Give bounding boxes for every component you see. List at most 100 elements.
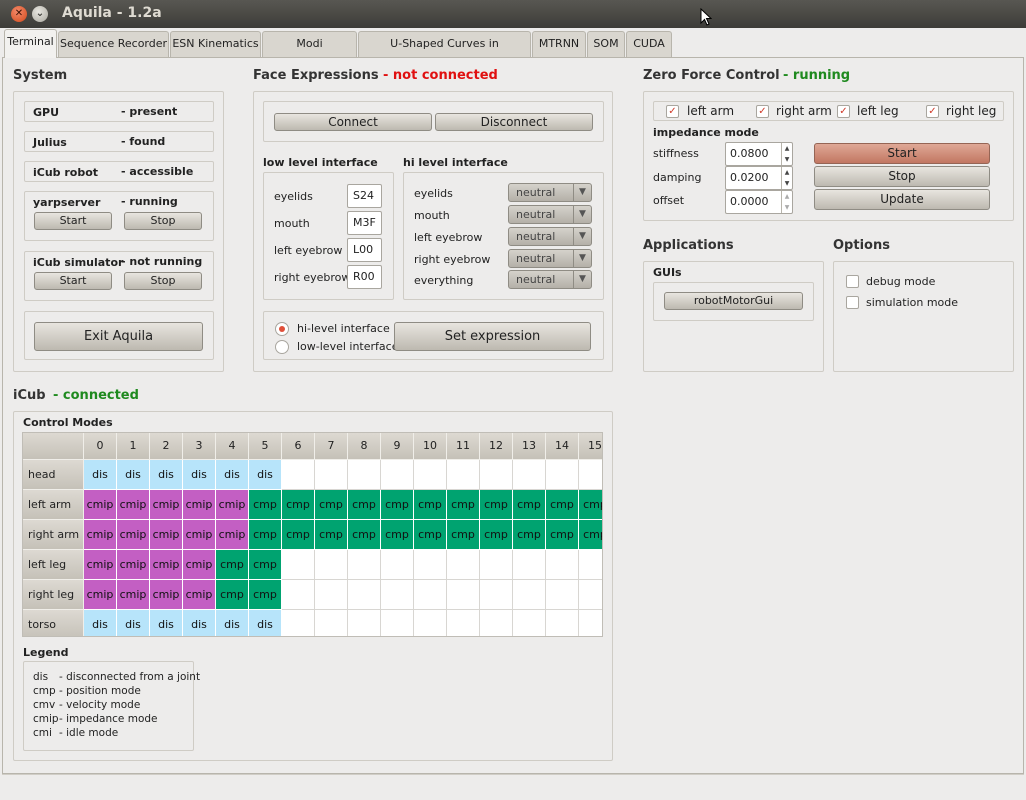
robot-motor-gui-button[interactable]: robotMotorGui	[664, 292, 803, 310]
debug-mode-checkbox[interactable]	[846, 275, 859, 288]
mode-cell[interactable]: cmp	[216, 580, 249, 610]
zero-force-start-button[interactable]: Start	[814, 143, 990, 164]
mode-cell[interactable]: cmip	[84, 520, 117, 550]
hi-everything-select[interactable]: neutral ▼	[508, 270, 592, 289]
window-menu-icon[interactable]: ⌄	[32, 6, 48, 22]
low-level-radio[interactable]	[275, 340, 289, 354]
mode-cell[interactable]: cmp	[546, 490, 579, 520]
spin-arrows-icon[interactable]: ▲ ▼	[781, 167, 792, 189]
mode-cell[interactable]: cmp	[513, 520, 546, 550]
mode-cell[interactable]: dis	[183, 460, 216, 490]
hi-level-radio[interactable]	[275, 322, 289, 336]
exit-aquila-button[interactable]: Exit Aquila	[34, 322, 203, 351]
set-expression-button[interactable]: Set expression	[394, 322, 591, 351]
mode-cell[interactable]: cmip	[84, 580, 117, 610]
mode-cell[interactable]: cmip	[150, 550, 183, 580]
mode-cell[interactable]: cmip	[216, 490, 249, 520]
mode-cell[interactable]: dis	[150, 460, 183, 490]
mode-cell[interactable]: cmp	[546, 520, 579, 550]
mode-cell[interactable]: cmp	[348, 490, 381, 520]
mode-cell[interactable]: cmip	[117, 490, 150, 520]
mode-cell[interactable]: cmip	[183, 580, 216, 610]
yarpserver-start-button[interactable]: Start	[34, 212, 112, 230]
tab-cuda[interactable]: CUDA	[626, 31, 672, 57]
mode-cell[interactable]: cmp	[414, 520, 447, 550]
tab-esn-kinematics[interactable]: ESN Kinematics	[170, 31, 261, 57]
mode-cell[interactable]: cmp	[249, 580, 282, 610]
right-arm-checkbox[interactable]: ✓	[756, 105, 769, 118]
yarpserver-stop-button[interactable]: Stop	[124, 212, 202, 230]
zero-force-stop-button[interactable]: Stop	[814, 166, 990, 187]
close-icon[interactable]: ✕	[11, 6, 27, 22]
mode-cell[interactable]: cmip	[183, 520, 216, 550]
left-leg-checkbox[interactable]: ✓	[837, 105, 850, 118]
mode-cell[interactable]: dis	[84, 460, 117, 490]
mode-cell[interactable]: dis	[117, 610, 150, 636]
tab-sequence-recorder[interactable]: Sequence Recorder	[58, 31, 169, 57]
mode-cell[interactable]: cmip	[150, 520, 183, 550]
mode-cell[interactable]: cmp	[447, 490, 480, 520]
low-eyelids-input[interactable]: S24	[347, 184, 382, 208]
spin-arrows-icon[interactable]: ▲ ▼	[781, 191, 792, 213]
mode-cell[interactable]: dis	[249, 610, 282, 636]
mode-cell[interactable]: cmp	[315, 520, 348, 550]
hi-right-eyebrow-select[interactable]: neutral ▼	[508, 249, 592, 268]
mode-cell[interactable]: cmip	[216, 520, 249, 550]
mode-cell[interactable]: cmp	[249, 490, 282, 520]
mode-cell[interactable]: cmp	[414, 490, 447, 520]
mode-cell[interactable]: cmp	[348, 520, 381, 550]
mode-cell[interactable]: cmp	[315, 490, 348, 520]
damping-spinbox[interactable]: 0.0200 ▲ ▼	[725, 166, 793, 190]
mode-cell[interactable]: cmip	[117, 550, 150, 580]
low-right-eyebrow-input[interactable]: R00	[347, 265, 382, 289]
mode-cell[interactable]: cmip	[150, 580, 183, 610]
mode-cell[interactable]: cmp	[282, 490, 315, 520]
left-arm-checkbox[interactable]: ✓	[666, 105, 679, 118]
mode-cell[interactable]: cmip	[117, 520, 150, 550]
mode-cell[interactable]: dis	[216, 610, 249, 636]
stiffness-spinbox[interactable]: 0.0800 ▲ ▼	[725, 142, 793, 166]
mode-cell[interactable]: cmp	[249, 550, 282, 580]
spin-arrows-icon[interactable]: ▲ ▼	[781, 143, 792, 165]
hi-eyelids-select[interactable]: neutral ▼	[508, 183, 592, 202]
mode-cell[interactable]: cmp	[381, 520, 414, 550]
tab-modi-experiment[interactable]: Modi Experiment	[262, 31, 357, 74]
simulator-stop-button[interactable]: Stop	[124, 272, 202, 290]
zero-force-update-button[interactable]: Update	[814, 189, 990, 210]
mode-cell[interactable]: cmp	[447, 520, 480, 550]
mode-cell[interactable]: cmp	[579, 490, 602, 520]
hi-left-eyebrow-select[interactable]: neutral ▼	[508, 227, 592, 246]
mode-cell[interactable]: dis	[150, 610, 183, 636]
mode-cell[interactable]: cmp	[216, 550, 249, 580]
tab-u-shaped-curves[interactable]: U-Shaped Curves in Devlopment	[358, 31, 531, 74]
tab-som[interactable]: SOM	[587, 31, 625, 57]
face-disconnect-button[interactable]: Disconnect	[435, 113, 593, 131]
tab-mtrnn[interactable]: MTRNN	[532, 31, 586, 57]
mode-cell[interactable]: cmp	[513, 490, 546, 520]
mode-cell[interactable]: cmip	[84, 550, 117, 580]
mode-cell[interactable]: cmip	[183, 490, 216, 520]
right-leg-checkbox[interactable]: ✓	[926, 105, 939, 118]
mode-cell[interactable]: cmip	[150, 490, 183, 520]
simulation-mode-checkbox[interactable]	[846, 296, 859, 309]
mode-cell[interactable]: cmp	[480, 490, 513, 520]
mode-cell[interactable]: cmip	[84, 490, 117, 520]
mode-cell[interactable]: dis	[183, 610, 216, 636]
low-left-eyebrow-input[interactable]: L00	[347, 238, 382, 262]
mode-cell[interactable]: cmp	[282, 520, 315, 550]
mode-cell[interactable]: cmip	[117, 580, 150, 610]
mode-cell[interactable]: dis	[249, 460, 282, 490]
tab-terminal[interactable]: Terminal	[4, 29, 57, 58]
mode-cell[interactable]: cmip	[183, 550, 216, 580]
simulator-start-button[interactable]: Start	[34, 272, 112, 290]
face-connect-button[interactable]: Connect	[274, 113, 432, 131]
offset-spinbox[interactable]: 0.0000 ▲ ▼	[725, 190, 793, 214]
mode-cell[interactable]: cmp	[480, 520, 513, 550]
mode-cell[interactable]: cmp	[381, 490, 414, 520]
mode-cell[interactable]: dis	[216, 460, 249, 490]
hi-mouth-select[interactable]: neutral ▼	[508, 205, 592, 224]
mode-cell[interactable]: dis	[84, 610, 117, 636]
mode-cell[interactable]: cmp	[579, 520, 602, 550]
mode-cell[interactable]: dis	[117, 460, 150, 490]
low-mouth-input[interactable]: M3F	[347, 211, 382, 235]
